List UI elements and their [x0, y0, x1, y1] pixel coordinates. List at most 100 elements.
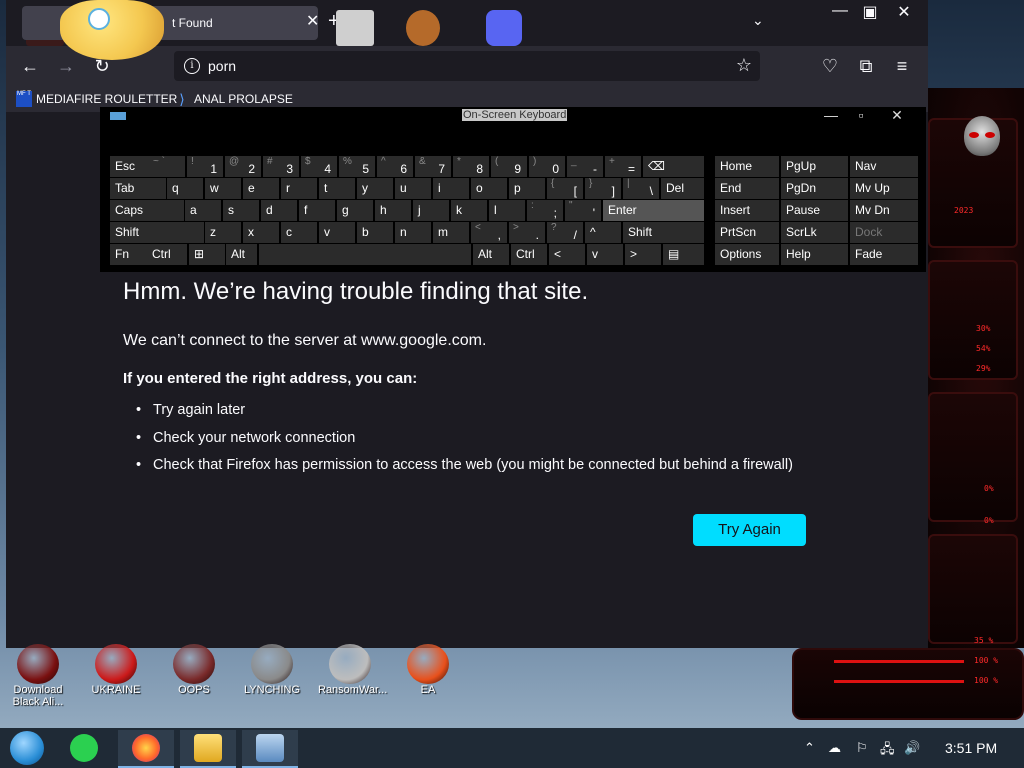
- osk-key-Alt[interactable]: Alt: [226, 244, 257, 265]
- osk-row1-key[interactable]: (9: [491, 156, 527, 177]
- desktop-icon[interactable]: RansomWar...: [318, 644, 387, 696]
- desktop-icon[interactable]: LYNCHING: [240, 644, 304, 696]
- osk-row1-key[interactable]: #3: [263, 156, 299, 177]
- osk-key-Fn[interactable]: Fn: [110, 244, 150, 265]
- bookmark-star-icon[interactable]: ☆: [736, 55, 752, 76]
- osk-key-options[interactable]: Options: [715, 244, 779, 265]
- osk-key-d[interactable]: d: [261, 200, 297, 221]
- maximize-button[interactable]: ▣: [858, 2, 882, 22]
- osk-key-g[interactable]: g: [337, 200, 373, 221]
- osk-row2-key[interactable]: {[: [547, 178, 583, 199]
- minimize-button[interactable]: —: [828, 2, 852, 20]
- osk-row1-key[interactable]: * 8: [453, 156, 489, 177]
- osk-row1-key[interactable]: ^ 6: [377, 156, 413, 177]
- forward-button[interactable]: →: [54, 55, 78, 77]
- osk-row4-key[interactable]: ? /: [547, 222, 583, 243]
- osk-row3-key[interactable]: " ': [565, 200, 601, 221]
- osk-key-z[interactable]: z: [205, 222, 241, 243]
- osk-key-Alt[interactable]: Alt: [473, 244, 509, 265]
- tab-close-icon[interactable]: ✕: [306, 11, 319, 31]
- osk-key-p[interactable]: p: [509, 178, 545, 199]
- try-again-button[interactable]: Try Again: [693, 514, 806, 546]
- osk-key-s[interactable]: s: [223, 200, 259, 221]
- osk-row1-key[interactable]: _ -: [567, 156, 603, 177]
- osk-row1-key[interactable]: @2: [225, 156, 261, 177]
- osk-key-w[interactable]: w: [205, 178, 241, 199]
- osk-key-pause[interactable]: Pause: [781, 200, 848, 221]
- network-icon[interactable]: 🖧: [880, 740, 895, 762]
- osk-key-i[interactable]: i: [433, 178, 469, 199]
- osk-key-[interactable]: ⊞: [189, 244, 225, 265]
- osk-key-c[interactable]: c: [281, 222, 317, 243]
- info-icon[interactable]: i: [184, 58, 200, 74]
- taskbar-clock[interactable]: 3:51 PM: [945, 740, 997, 756]
- osk-key-b[interactable]: b: [357, 222, 393, 243]
- osk-key-help[interactable]: Help: [781, 244, 848, 265]
- action-center-icon[interactable]: ⚐: [856, 740, 868, 756]
- osk-key-u[interactable]: u: [395, 178, 431, 199]
- osk-key-pgup[interactable]: PgUp: [781, 156, 848, 177]
- osk-key-[interactable]: ⌫: [643, 156, 704, 177]
- osk-row1-key[interactable]: + =: [605, 156, 641, 177]
- bookmark-mediafire[interactable]: MF T MEDIAFIRE ROULETTER: [16, 91, 177, 107]
- osk-key-t[interactable]: t: [319, 178, 355, 199]
- osk-key-fade[interactable]: Fade: [850, 244, 918, 265]
- start-button[interactable]: [0, 730, 56, 768]
- osk-key-l[interactable]: l: [489, 200, 525, 221]
- extensions-icon[interactable]: ⧉: [854, 55, 878, 77]
- taskbar-app-notes[interactable]: [56, 730, 112, 768]
- osk-close-button[interactable]: ✕: [888, 107, 906, 124]
- osk-key-y[interactable]: y: [357, 178, 393, 199]
- osk-key-mvdn[interactable]: Mv Dn: [850, 200, 918, 221]
- volume-icon[interactable]: 🔊: [904, 740, 920, 756]
- osk-key-mvup[interactable]: Mv Up: [850, 178, 918, 199]
- osk-key-h[interactable]: h: [375, 200, 411, 221]
- osk-key-Tab[interactable]: Tab: [110, 178, 166, 199]
- osk-key-[interactable]: ^: [585, 222, 621, 243]
- menu-icon[interactable]: ≡: [890, 55, 914, 77]
- osk-key-pgdn[interactable]: PgDn: [781, 178, 848, 199]
- osk-key-home[interactable]: Home: [715, 156, 779, 177]
- osk-key-q[interactable]: q: [167, 178, 203, 199]
- osk-row3-key[interactable]: :;: [527, 200, 563, 221]
- desktop-icon[interactable]: EA: [396, 644, 460, 696]
- osk-row1-key[interactable]: ~ `: [149, 156, 185, 177]
- osk-key-Ctrl[interactable]: Ctrl: [511, 244, 547, 265]
- osk-row1-key[interactable]: ! 1: [187, 156, 223, 177]
- osk-key-n[interactable]: n: [395, 222, 431, 243]
- url-bar[interactable]: i porn ☆: [174, 51, 760, 81]
- osk-key-o[interactable]: o: [471, 178, 507, 199]
- osk-row2-key[interactable]: | \: [623, 178, 659, 199]
- osk-key-r[interactable]: r: [281, 178, 317, 199]
- osk-key-Shift[interactable]: Shift: [623, 222, 704, 243]
- bookmark-second[interactable]: ⟩ ANAL PROLAPSE: [174, 91, 293, 107]
- osk-maximize-button[interactable]: ▫: [852, 107, 870, 123]
- taskbar-app-firefox[interactable]: [118, 730, 174, 768]
- osk-key-insert[interactable]: Insert: [715, 200, 779, 221]
- osk-key-Shift[interactable]: Shift: [110, 222, 204, 243]
- tray-app-icon[interactable]: ☁: [828, 740, 841, 756]
- osk-key-x[interactable]: x: [243, 222, 279, 243]
- osk-key-nav[interactable]: Nav: [850, 156, 918, 177]
- osk-key-e[interactable]: e: [243, 178, 279, 199]
- osk-key-end[interactable]: End: [715, 178, 779, 199]
- osk-row1-key[interactable]: $4: [301, 156, 337, 177]
- osk-row4-key[interactable]: <,: [471, 222, 507, 243]
- osk-key-[interactable]: <: [549, 244, 585, 265]
- osk-key-m[interactable]: m: [433, 222, 469, 243]
- osk-row1-key[interactable]: & 7: [415, 156, 451, 177]
- close-window-button[interactable]: ✕: [892, 2, 916, 22]
- desktop-icon[interactable]: OOPS: [162, 644, 226, 696]
- taskbar-app-explorer[interactable]: [180, 730, 236, 768]
- show-hidden-icons-icon[interactable]: ⌃: [804, 740, 815, 756]
- osk-minimize-button[interactable]: —: [822, 107, 840, 123]
- desktop-icon[interactable]: Download Black Ali...: [6, 644, 70, 708]
- pocket-icon[interactable]: ♡: [818, 55, 842, 77]
- taskbar-app-osk[interactable]: [242, 730, 298, 768]
- osk-key-a[interactable]: a: [185, 200, 221, 221]
- osk-row1-key[interactable]: ) 0: [529, 156, 565, 177]
- back-button[interactable]: ←: [18, 55, 42, 77]
- osk-key-dock[interactable]: Dock: [850, 222, 918, 243]
- osk-key-k[interactable]: k: [451, 200, 487, 221]
- osk-key-[interactable]: ▤: [663, 244, 704, 265]
